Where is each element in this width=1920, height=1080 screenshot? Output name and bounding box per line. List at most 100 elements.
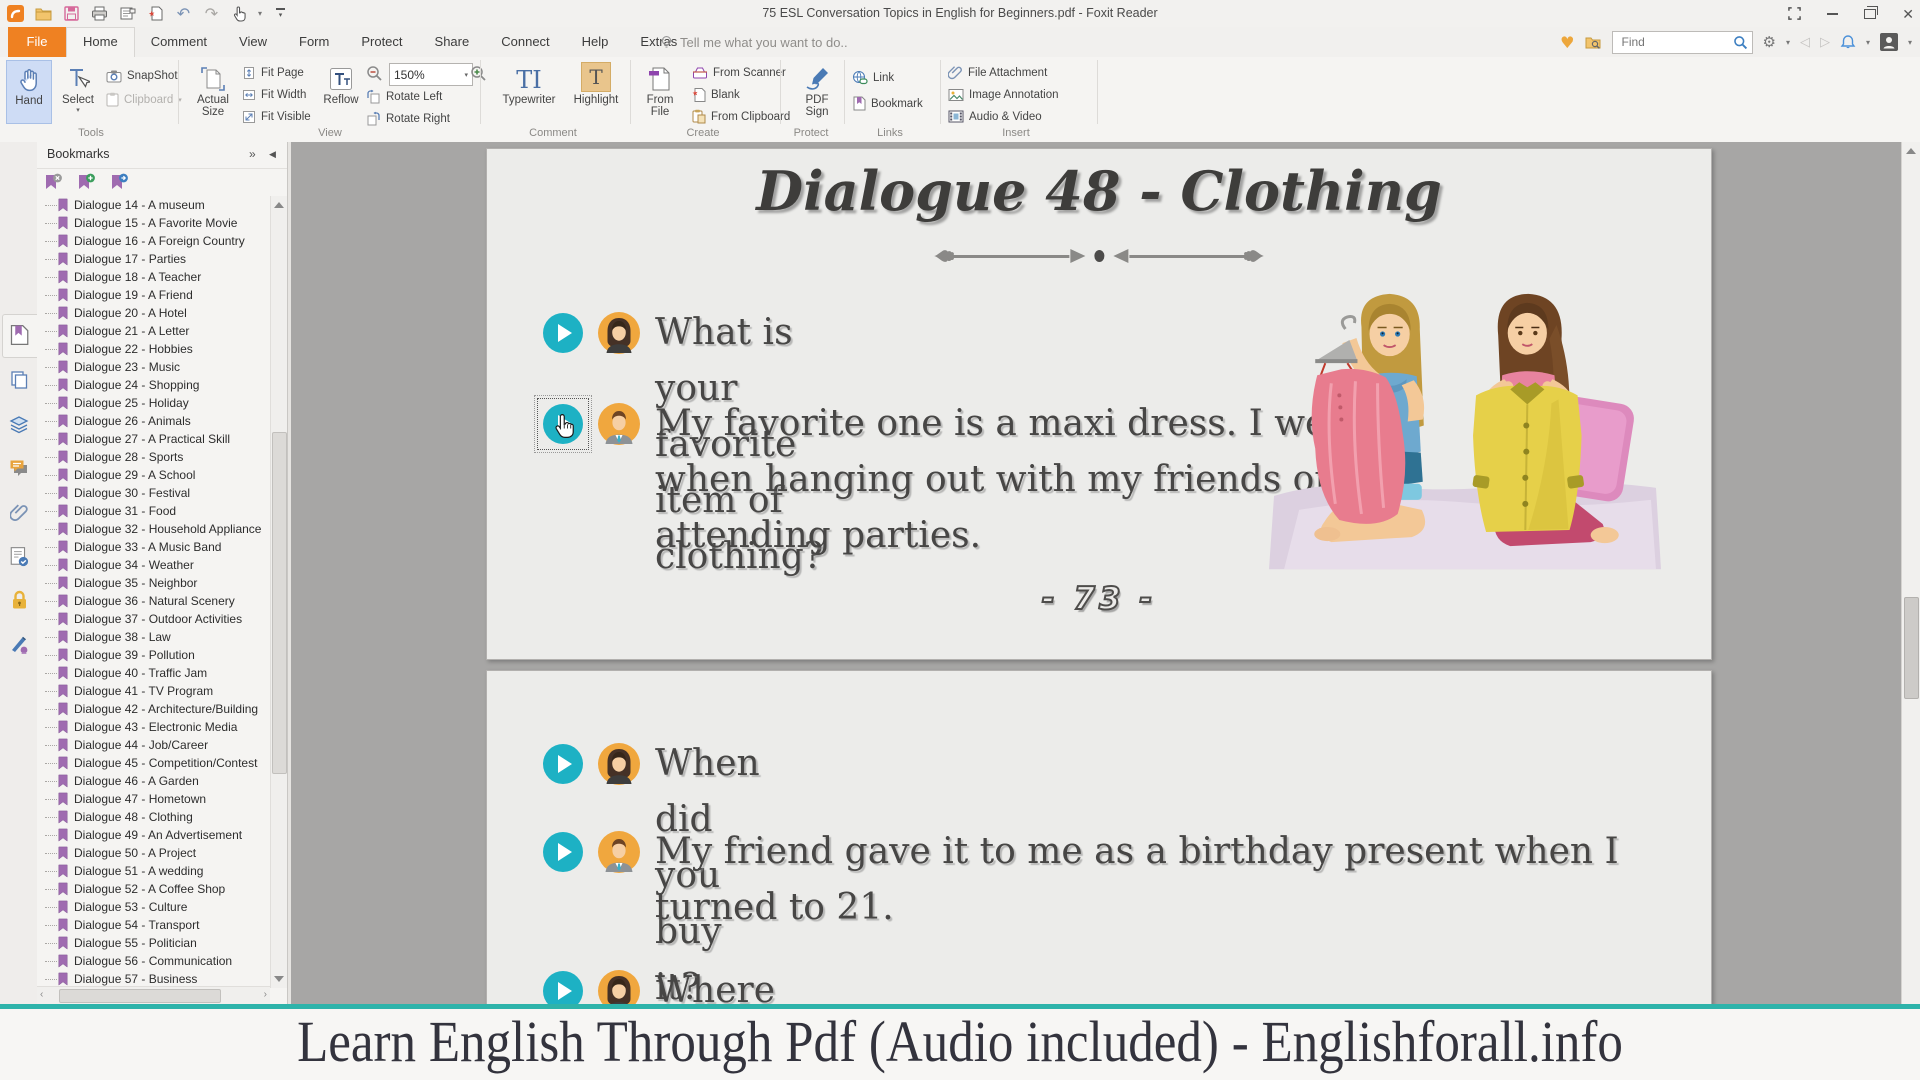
bookmark-item[interactable]: Dialogue 20 - A Hotel: [37, 304, 269, 322]
expand-panel-icon[interactable]: »: [249, 147, 256, 161]
bookmark-item[interactable]: Dialogue 25 - Holiday: [37, 394, 269, 412]
tab-protect[interactable]: Protect: [345, 27, 418, 57]
zoom-out-icon[interactable]: [366, 65, 383, 82]
clipboard-button[interactable]: Clipboard ▾: [106, 90, 182, 109]
tab-comment[interactable]: Comment: [135, 27, 223, 57]
foxit-logo-icon[interactable]: [6, 4, 25, 23]
bookmark-item[interactable]: Dialogue 29 - A School: [37, 466, 269, 484]
forward-icon[interactable]: ▷: [1820, 34, 1830, 50]
collapse-panel-icon[interactable]: ◀: [269, 149, 276, 160]
bookmark-item[interactable]: Dialogue 34 - Weather: [37, 556, 269, 574]
layers-panel-icon[interactable]: [7, 412, 31, 436]
bookmark-item[interactable]: Dialogue 56 - Communication: [37, 952, 269, 970]
tab-form[interactable]: Form: [283, 27, 345, 57]
settings-gear-icon[interactable]: ⚙: [1763, 33, 1776, 51]
print-icon[interactable]: [90, 4, 109, 23]
scroll-left-icon[interactable]: ‹: [40, 989, 43, 1000]
reflow-button[interactable]: Reflow: [318, 60, 364, 122]
zoom-dropdown-icon[interactable]: ▾: [464, 71, 468, 79]
add-bookmark-icon[interactable]: [76, 172, 96, 192]
doc-scrollbar-thumb[interactable]: [1904, 597, 1919, 699]
undo-icon[interactable]: ↶: [174, 4, 193, 23]
tab-home[interactable]: Home: [66, 27, 135, 57]
bookmark-item[interactable]: Dialogue 49 - An Advertisement: [37, 826, 269, 844]
restore-button[interactable]: [1864, 9, 1876, 19]
bookmark-item[interactable]: Dialogue 39 - Pollution: [37, 646, 269, 664]
signatures-panel-icon[interactable]: [7, 544, 31, 568]
bookmark-item[interactable]: Dialogue 31 - Food: [37, 502, 269, 520]
bookmark-item[interactable]: Dialogue 54 - Transport: [37, 916, 269, 934]
bookmark-item[interactable]: Dialogue 44 - Job/Career: [37, 736, 269, 754]
save-icon[interactable]: [62, 4, 81, 23]
fit-page-button[interactable]: Fit Page: [242, 63, 304, 82]
tab-file[interactable]: File: [8, 27, 66, 57]
customize-toolbar-icon[interactable]: ▾: [271, 4, 290, 23]
bookmarks-vertical-scrollbar[interactable]: [270, 196, 287, 988]
search-folder-icon[interactable]: [1585, 35, 1602, 49]
bookmark-item[interactable]: Dialogue 52 - A Coffee Shop: [37, 880, 269, 898]
rotate-left-button[interactable]: Rotate Left: [366, 87, 442, 106]
tab-share[interactable]: Share: [419, 27, 486, 57]
back-icon[interactable]: ◁: [1800, 34, 1810, 50]
bookmark-item[interactable]: Dialogue 28 - Sports: [37, 448, 269, 466]
play-audio-button[interactable]: [543, 832, 583, 872]
tab-connect[interactable]: Connect: [485, 27, 565, 57]
select-tool-button[interactable]: Select ▾: [54, 60, 102, 122]
bookmark-item[interactable]: Dialogue 16 - A Foreign Country: [37, 232, 269, 250]
bookmark-item[interactable]: Dialogue 17 - Parties: [37, 250, 269, 268]
typewriter-button[interactable]: TI Typewriter: [496, 60, 562, 122]
bookmark-item[interactable]: Dialogue 48 - Clothing: [37, 808, 269, 826]
bookmark-item[interactable]: Dialogue 32 - Household Appliance: [37, 520, 269, 538]
bookmark-item[interactable]: Dialogue 35 - Neighbor: [37, 574, 269, 592]
zoom-in-icon[interactable]: [470, 65, 487, 82]
goto-bookmark-icon[interactable]: [109, 172, 129, 192]
hand-tool-dropdown-icon[interactable]: ▾: [258, 9, 262, 18]
notifications-bell-icon[interactable]: [1840, 34, 1856, 50]
link-button[interactable]: Link: [852, 68, 894, 87]
scroll-down-icon[interactable]: [274, 976, 284, 982]
tell-me-box[interactable]: Tell me what you want to do..: [660, 27, 848, 57]
bookmark-item[interactable]: Dialogue 23 - Music: [37, 358, 269, 376]
from-scanner-button[interactable]: From Scanner: [692, 63, 786, 82]
open-file-icon[interactable]: [34, 4, 53, 23]
file-attachment-button[interactable]: File Attachment: [948, 63, 1047, 82]
bookmark-item[interactable]: Dialogue 38 - Law: [37, 628, 269, 646]
bookmark-item[interactable]: Dialogue 24 - Shopping: [37, 376, 269, 394]
doc-scroll-up-icon[interactable]: [1906, 148, 1916, 154]
rotate-right-button[interactable]: Rotate Right: [366, 109, 450, 128]
account-avatar-icon[interactable]: [1880, 33, 1898, 51]
close-button[interactable]: ✕: [1902, 7, 1914, 21]
actual-size-button[interactable]: Actual Size: [188, 60, 238, 122]
bookmark-item[interactable]: Dialogue 47 - Hometown: [37, 790, 269, 808]
audio-video-button[interactable]: Audio & Video: [948, 107, 1042, 126]
email-document-icon[interactable]: [118, 4, 137, 23]
play-audio-button-selected[interactable]: [543, 404, 583, 444]
account-dropdown-icon[interactable]: ▾: [1908, 38, 1912, 47]
attachments-panel-icon[interactable]: [7, 500, 31, 524]
bookmark-item[interactable]: Dialogue 15 - A Favorite Movie: [37, 214, 269, 232]
scroll-right-icon[interactable]: ›: [264, 989, 267, 1000]
hscrollbar-thumb[interactable]: [59, 989, 221, 1003]
bookmark-item[interactable]: Dialogue 21 - A Letter: [37, 322, 269, 340]
fit-visible-button[interactable]: Fit Visible: [242, 107, 311, 126]
snapshot-button[interactable]: SnapShot: [106, 66, 178, 85]
image-annotation-button[interactable]: Image Annotation: [948, 85, 1059, 104]
bookmark-item[interactable]: Dialogue 26 - Animals: [37, 412, 269, 430]
bookmark-item[interactable]: Dialogue 51 - A wedding: [37, 862, 269, 880]
from-clipboard-button[interactable]: From Clipboard: [692, 107, 790, 126]
notifications-dropdown-icon[interactable]: ▾: [1866, 38, 1870, 47]
tab-help[interactable]: Help: [566, 27, 625, 57]
bookmark-item[interactable]: Dialogue 37 - Outdoor Activities: [37, 610, 269, 628]
bookmark-item[interactable]: Dialogue 45 - Competition/Contest: [37, 754, 269, 772]
stamps-panel-icon[interactable]: [7, 632, 31, 656]
new-document-icon[interactable]: [146, 4, 165, 23]
bookmark-button[interactable]: Bookmark: [852, 94, 923, 113]
bookmark-item[interactable]: Dialogue 43 - Electronic Media: [37, 718, 269, 736]
bookmark-item[interactable]: Dialogue 33 - A Music Band: [37, 538, 269, 556]
hand-tool-quick-icon[interactable]: [230, 4, 249, 23]
bookmark-item[interactable]: Dialogue 55 - Politician: [37, 934, 269, 952]
bookmark-item[interactable]: Dialogue 14 - A museum: [37, 196, 269, 214]
select-dropdown-icon[interactable]: ▾: [54, 106, 102, 114]
scroll-up-icon[interactable]: [274, 202, 284, 208]
pages-panel-icon[interactable]: [7, 368, 31, 392]
